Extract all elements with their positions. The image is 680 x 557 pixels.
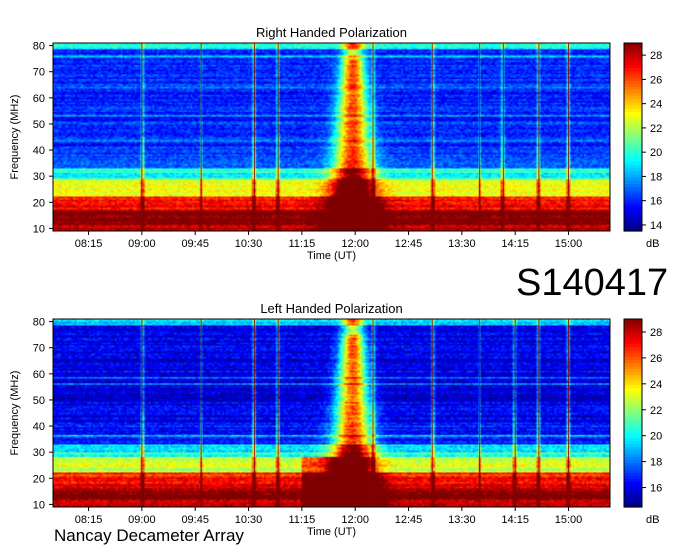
y-tick-label: 60 [33, 93, 45, 105]
colorbar-tick-label: 28 [650, 327, 662, 339]
x-tick-label: 10:30 [235, 238, 263, 250]
x-tick-label: 08:15 [75, 514, 103, 526]
y-tick-label: 10 [33, 499, 45, 511]
y-tick-label: 70 [33, 67, 45, 79]
x-tick-label: 11:15 [289, 514, 316, 526]
x-tick-label: 15:00 [555, 238, 583, 250]
y-tick-label: 10 [33, 223, 45, 235]
y-tick-label: 40 [33, 421, 45, 433]
y-tick-label: 50 [33, 395, 45, 407]
x-tick-label: 13:30 [448, 238, 476, 250]
y-axis-label: Frequency (MHz) [9, 95, 21, 180]
observatory-footer: Nancay Decameter Array [54, 526, 244, 545]
x-tick-label: 13:30 [448, 514, 476, 526]
x-tick-label: 09:45 [181, 238, 209, 250]
y-tick-label: 30 [33, 447, 45, 459]
x-tick-label: 08:15 [75, 238, 103, 250]
colorbar-label: dB [646, 514, 659, 526]
colorbar-tick-label: 28 [650, 50, 662, 62]
colorbar-tick-label: 22 [650, 405, 662, 417]
x-tick-label: 09:45 [181, 514, 209, 526]
x-tick-label: 14:15 [501, 238, 529, 250]
colorbar-tick-label: 22 [650, 123, 662, 135]
spectrogram-image [53, 319, 610, 507]
x-axis-label: Time (UT) [307, 250, 356, 262]
colorbar-tick-label: 18 [650, 457, 662, 469]
y-axis-label: Frequency (MHz) [9, 371, 21, 456]
y-tick-label: 70 [33, 343, 45, 355]
colorbar-tick-label: 16 [650, 196, 662, 208]
colorbar-tick-label: 26 [650, 74, 662, 86]
event-id-label: S140417 [516, 262, 669, 304]
y-tick-label: 20 [33, 473, 45, 485]
x-tick-label: 09:00 [128, 238, 156, 250]
x-tick-label: 12:45 [395, 514, 423, 526]
y-tick-label: 30 [33, 171, 45, 183]
colorbar-tick-label: 20 [650, 431, 662, 443]
y-tick-label: 50 [33, 119, 45, 131]
x-tick-label: 12:00 [341, 514, 369, 526]
x-tick-label: 09:00 [128, 514, 156, 526]
y-tick-label: 80 [33, 41, 45, 53]
colorbar-tick-label: 24 [650, 99, 662, 111]
x-tick-label: 14:15 [501, 514, 529, 526]
x-tick-label: 11:15 [289, 238, 316, 250]
spectrogram-figure: Right Handed Polarization 10 20 30 40 50 60 70 8… [0, 0, 680, 552]
x-axis-label: Time (UT) [307, 526, 356, 538]
colorbar-tick-label: 24 [650, 379, 662, 391]
chart-title: Left Handed Polarization [260, 301, 402, 316]
colorbar-label: dB [646, 238, 659, 250]
chart-title: Right Handed Polarization [256, 25, 407, 40]
colorbar-tick-label: 26 [650, 353, 662, 365]
y-tick-label: 80 [33, 317, 45, 329]
colorbar-tick-label: 18 [650, 171, 662, 183]
x-tick-label: 12:00 [341, 238, 369, 250]
y-tick-label: 60 [33, 369, 45, 381]
x-tick-label: 15:00 [555, 514, 583, 526]
colorbar-tick-label: 16 [650, 483, 662, 495]
x-tick-label: 12:45 [395, 238, 423, 250]
x-tick-label: 10:30 [235, 514, 263, 526]
y-tick-label: 20 [33, 197, 45, 209]
colorbar-tick-label: 14 [650, 220, 662, 232]
y-tick-label: 40 [33, 145, 45, 157]
spectrogram-image [53, 43, 610, 231]
colorbar-tick-label: 20 [650, 147, 662, 159]
